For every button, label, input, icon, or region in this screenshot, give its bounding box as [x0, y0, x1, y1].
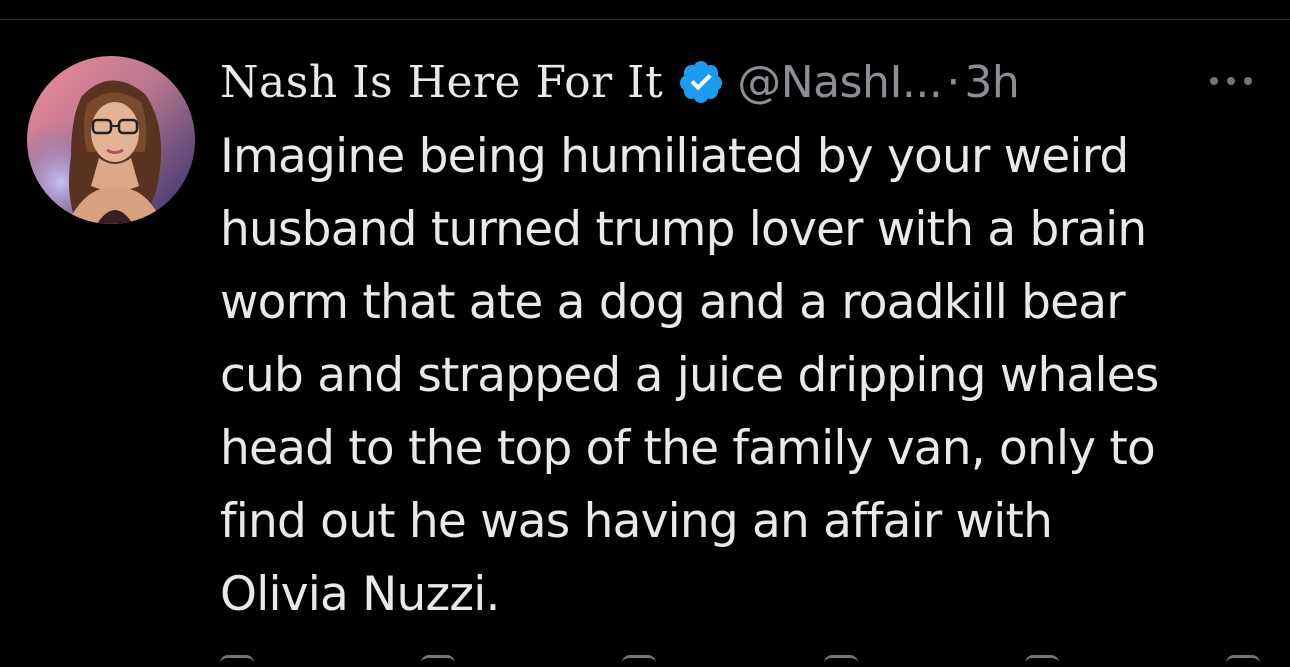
more-options-icon[interactable] — [1200, 66, 1262, 96]
tweet-actions — [220, 655, 1260, 667]
tweet-timestamp[interactable]: 3h — [964, 57, 1019, 108]
repost-icon[interactable] — [421, 655, 456, 667]
bookmark-icon[interactable] — [1024, 655, 1059, 667]
top-divider — [0, 0, 1290, 20]
tweet-header: Nash Is Here For It @NashI... · 3h — [220, 52, 1020, 112]
views-icon[interactable] — [823, 655, 858, 667]
share-icon[interactable] — [1225, 655, 1260, 667]
profile-avatar[interactable] — [27, 56, 195, 224]
like-icon[interactable] — [622, 655, 657, 667]
verified-badge-icon — [677, 58, 725, 106]
reply-icon[interactable] — [220, 655, 254, 667]
avatar-image — [27, 56, 195, 224]
display-name[interactable]: Nash Is Here For It — [220, 57, 663, 108]
header-separator: · — [946, 56, 961, 108]
user-handle[interactable]: @NashI... — [737, 57, 943, 108]
tweet-text: Imagine being humiliated by your weird h… — [220, 129, 1159, 622]
